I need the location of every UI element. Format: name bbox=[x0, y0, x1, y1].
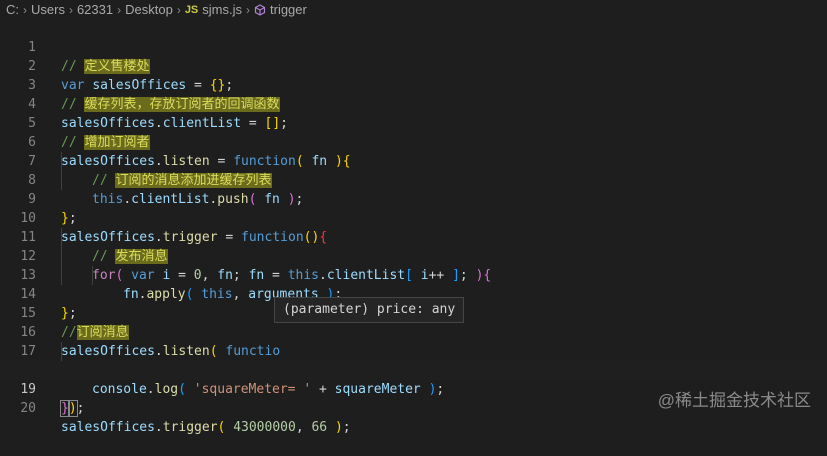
breadcrumb-desktop[interactable]: Desktop bbox=[125, 2, 173, 17]
code-line[interactable]: 3 // 缓存列表，存放订阅者的回调函数 bbox=[0, 57, 827, 112]
breadcrumb-drive[interactable]: C: bbox=[6, 2, 19, 17]
chevron-right-icon: › bbox=[117, 2, 122, 17]
breadcrumb: C: › Users › 62331 › Desktop › JS sjms.js › t… bbox=[0, 0, 827, 19]
code-editor[interactable]: 1 // 定义售楼处 2 var salesOffices = {}; 3 //… bbox=[0, 19, 827, 435]
code-line[interactable]: 7 // 订阅的消息添加进缓存列表 bbox=[0, 133, 827, 188]
code-line[interactable]: 9 }; bbox=[0, 171, 827, 226]
hover-colon: : bbox=[416, 302, 424, 317]
code-line[interactable]: 12 for( var i = 0, fn; fn = this.clientL… bbox=[0, 228, 827, 283]
hover-name: price bbox=[376, 302, 417, 317]
code-line[interactable]: 11 // 发布消息 bbox=[0, 209, 827, 264]
code-line[interactable]: 5 // 增加订阅者 bbox=[0, 95, 827, 150]
code-line[interactable]: 14 }; bbox=[0, 266, 827, 321]
chevron-right-icon: › bbox=[176, 2, 181, 17]
code-line[interactable]: 1 // 定义售楼处 bbox=[0, 19, 827, 74]
code-line[interactable]: 13 fn.apply( this, arguments ); bbox=[0, 247, 827, 302]
chevron-right-icon: › bbox=[246, 2, 250, 17]
line-code: }); bbox=[60, 400, 85, 417]
code-line[interactable]: 6 salesOffices.listen = function( fn ){ bbox=[0, 114, 827, 169]
code-line[interactable]: 18 console.log( 'squareMeter= ' + square… bbox=[0, 342, 827, 397]
method-symbol-icon bbox=[254, 3, 266, 16]
javascript-file-icon: JS bbox=[184, 3, 199, 16]
watermark: @稀土掘金技术社区 bbox=[657, 391, 811, 410]
breadcrumb-users[interactable]: Users bbox=[31, 2, 65, 17]
code-line[interactable]: 17 console.log( '价格= ' + price ); bbox=[0, 323, 827, 378]
hover-kind: (parameter) bbox=[283, 302, 370, 317]
hover-tooltip: (parameter) price: any bbox=[274, 297, 465, 323]
chevron-right-icon: › bbox=[68, 2, 73, 17]
code-line[interactable]: 2 var salesOffices = {}; bbox=[0, 38, 827, 93]
code-line[interactable]: 8 this.clientList.push( fn ); bbox=[0, 152, 827, 207]
breadcrumb-user-folder[interactable]: 62331 bbox=[77, 2, 113, 17]
chevron-right-icon: › bbox=[23, 2, 27, 17]
hover-type: any bbox=[431, 302, 456, 317]
line-number: 20 bbox=[20, 401, 36, 416]
code-line-current[interactable]: 19 }); bbox=[0, 361, 827, 417]
code-line[interactable]: 4 salesOffices.clientList = []; bbox=[0, 76, 827, 131]
breadcrumb-file[interactable]: sjms.js bbox=[202, 2, 242, 17]
breadcrumb-symbol[interactable]: trigger bbox=[270, 2, 307, 17]
line-code: salesOffices.trigger( 43000000, 66 ); bbox=[61, 420, 351, 435]
code-line[interactable]: 10 salesOffices.trigger = function(){ bbox=[0, 190, 827, 245]
